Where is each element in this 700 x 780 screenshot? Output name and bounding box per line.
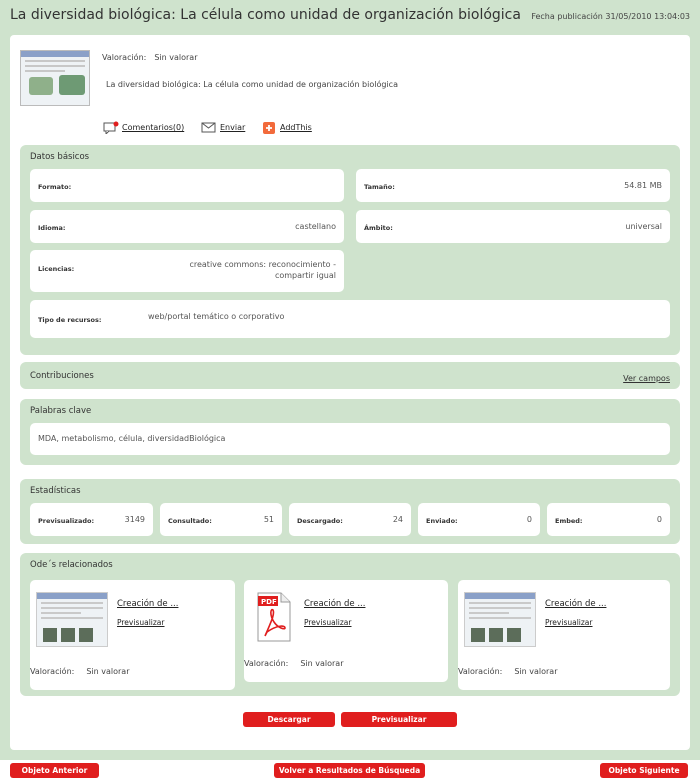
stat-value: 24 (392, 515, 403, 524)
related-rating: Valoración: Sin valorar (244, 659, 356, 668)
related-item: Creación de ... Previsualizar Valoración… (30, 580, 235, 690)
related-preview-link[interactable]: Previsualizar (545, 618, 593, 627)
send-link[interactable]: Enviar (220, 123, 245, 132)
stat-label: Descargado: (297, 517, 343, 525)
format-label: Formato: (38, 183, 72, 191)
rating-value: Sin valorar (154, 53, 198, 62)
stat-value: 51 (263, 515, 274, 524)
related-thumbnail[interactable] (36, 592, 108, 647)
section-title: Ode´s relacionados (30, 560, 113, 570)
rating-label: Valoración: (458, 667, 503, 676)
resource-rating: Valoración: Sin valorar (102, 53, 206, 62)
stat-sent: Enviado: 0 (418, 503, 540, 536)
addthis-link[interactable]: AddThis (280, 123, 312, 132)
resource-type-value: web/portal temático o corporativo (148, 312, 285, 321)
stat-value: 0 (656, 515, 662, 524)
related-title-link[interactable]: Creación de ... (117, 599, 178, 609)
rating-value: Sin valorar (300, 659, 344, 668)
section-statistics: Estadísticas Previsualizado: 3149 Consul… (20, 479, 680, 544)
download-button[interactable]: Descargar (243, 712, 335, 727)
title-bar: La diversidad biológica: La célula como … (10, 5, 690, 29)
comments-link[interactable]: Comentarios(0) (122, 123, 184, 132)
language-label: Idioma: (38, 224, 66, 232)
stat-consulted: Consultado: 51 (160, 503, 282, 536)
related-item: PDF Creación de ... Previsualizar Valora… (244, 580, 448, 682)
stat-previewed: Previsualizado: 3149 (30, 503, 153, 536)
related-title-link[interactable]: Creación de ... (545, 599, 606, 609)
scope-value: universal (625, 222, 662, 231)
rating-label: Valoración: (30, 667, 75, 676)
stat-label: Enviado: (426, 517, 458, 525)
addthis-icon[interactable] (262, 121, 276, 135)
card-language: Idioma: castellano (30, 210, 344, 243)
keywords-card: MDA, metabolismo, célula, diversidadBiol… (30, 423, 670, 455)
next-object-button[interactable]: Objeto Siguiente (600, 763, 688, 778)
stat-label: Embed: (555, 517, 583, 525)
comment-icon (103, 121, 119, 134)
rating-label: Valoración: (102, 53, 147, 62)
previous-object-button[interactable]: Objeto Anterior (10, 763, 99, 778)
related-rating: Valoración: Sin valorar (458, 667, 570, 676)
related-preview-link[interactable]: Previsualizar (304, 618, 352, 627)
svg-text:PDF: PDF (261, 598, 277, 606)
resource-thumbnail[interactable] (20, 50, 90, 106)
pdf-icon[interactable]: PDF (257, 592, 291, 642)
related-thumbnail[interactable] (464, 592, 536, 647)
card-size: Tamaño: 54.81 MB (356, 169, 670, 202)
back-to-results-button[interactable]: Volver a Resultados de Búsqueda (274, 763, 425, 778)
page-title: La diversidad biológica: La célula como … (10, 7, 521, 23)
size-label: Tamaño: (364, 183, 395, 191)
resource-type-label: Tipo de recursos: (38, 316, 102, 324)
card-format: Formato: (30, 169, 344, 202)
section-title: Estadísticas (30, 486, 81, 496)
rating-label: Valoración: (244, 659, 289, 668)
language-value: castellano (295, 222, 336, 231)
card-licenses: Licencias: creative commons: reconocimie… (30, 250, 344, 292)
keywords-value: MDA, metabolismo, célula, diversidadBiol… (38, 434, 226, 443)
stat-embed: Embed: 0 (547, 503, 670, 536)
view-fields-link[interactable]: Ver campos (623, 374, 670, 383)
card-resource-type: Tipo de recursos: web/portal temático o … (30, 300, 670, 338)
related-preview-link[interactable]: Previsualizar (117, 618, 165, 627)
publication-date: Fecha publicación 31/05/2010 13:04:03 (531, 12, 690, 21)
size-value: 54.81 MB (624, 181, 662, 190)
related-item: Creación de ... Previsualizar Valoración… (458, 580, 670, 690)
section-title: Contribuciones (30, 371, 94, 381)
main-panel: Valoración: Sin valorar La diversidad bio… (10, 35, 690, 750)
resource-description: La diversidad biológica: La célula como … (106, 80, 398, 89)
section-related: Ode´s relacionados Creación de ... Previ… (20, 553, 680, 696)
licenses-value: creative commons: reconocimiento - compa… (189, 260, 336, 280)
section-keywords: Palabras clave MDA, metabolismo, célula,… (20, 399, 680, 465)
stat-value: 0 (526, 515, 532, 524)
stat-label: Consultado: (168, 517, 212, 525)
card-scope: Ámbito: universal (356, 210, 670, 243)
related-rating: Valoración: Sin valorar (30, 667, 142, 676)
section-contributions: Contribuciones Ver campos (20, 362, 680, 389)
scope-label: Ámbito: (364, 224, 393, 232)
page-frame: La diversidad biológica: La célula como … (0, 0, 700, 760)
rating-value: Sin valorar (86, 667, 130, 676)
rating-value: Sin valorar (514, 667, 558, 676)
mail-icon (201, 122, 216, 133)
section-title: Datos básicos (30, 152, 90, 162)
stat-label: Previsualizado: (38, 517, 95, 525)
stat-value: 3149 (124, 515, 145, 524)
licenses-label: Licencias: (38, 265, 75, 273)
section-title: Palabras clave (30, 406, 92, 416)
preview-button[interactable]: Previsualizar (341, 712, 457, 727)
related-title-link[interactable]: Creación de ... (304, 599, 365, 609)
stat-downloaded: Descargado: 24 (289, 503, 411, 536)
section-basic-data: Datos básicos Formato: Tamaño: 54.81 MB … (20, 145, 680, 355)
